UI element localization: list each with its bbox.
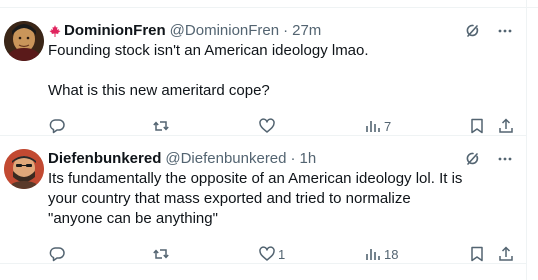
timestamp[interactable]: 27m [292, 21, 321, 41]
display-name[interactable]: Diefenbunkered [48, 149, 161, 169]
avatar[interactable] [4, 21, 44, 61]
like-icon [258, 245, 276, 263]
bookmark-button[interactable] [468, 116, 486, 136]
views-button[interactable]: 18 [364, 244, 398, 264]
views-button[interactable]: 7 [364, 116, 391, 136]
post-text: Founding stock isn't an American ideolog… [48, 42, 369, 99]
canada-maple-leaf-icon [48, 24, 62, 38]
share-button[interactable] [497, 116, 515, 136]
view-count: 18 [384, 246, 399, 262]
timeline: DominionFren @DominionFren · 27m Foundin… [0, 0, 538, 280]
like-count: 1 [278, 246, 286, 262]
like-icon [258, 117, 276, 135]
repost-icon [152, 117, 170, 135]
more-icon[interactable] [496, 150, 514, 168]
repost-button[interactable] [152, 244, 172, 264]
view-count: 7 [384, 118, 392, 134]
divider [0, 0, 538, 8]
post-actions: 7 [48, 116, 514, 136]
post-header: Diefenbunkered @Diefenbunkered · 1h [48, 149, 526, 169]
reply-button[interactable] [48, 244, 68, 264]
timestamp[interactable]: 1h [300, 149, 317, 169]
grok-icon[interactable] [464, 22, 482, 40]
bookmark-button[interactable] [468, 244, 486, 264]
bookmark-icon [468, 245, 486, 263]
repost-icon [152, 245, 170, 263]
reply-icon [48, 117, 66, 135]
like-button[interactable]: 1 [258, 244, 285, 264]
separator-dot: · [290, 150, 296, 167]
bookmark-icon [468, 117, 486, 135]
views-icon [364, 117, 382, 135]
repost-button[interactable] [152, 116, 172, 136]
share-button[interactable] [497, 244, 515, 264]
post[interactable]: DominionFren @DominionFren · 27m Foundin… [0, 9, 526, 136]
reply-icon [48, 245, 66, 263]
like-button[interactable] [258, 116, 278, 136]
post[interactable]: Diefenbunkered @Diefenbunkered · 1h Its … [0, 137, 526, 264]
user-handle[interactable]: @Diefenbunkered [165, 149, 286, 169]
post-header: DominionFren @DominionFren · 27m [48, 21, 526, 41]
views-icon [364, 245, 382, 263]
share-icon [497, 117, 515, 135]
separator-dot: · [283, 22, 289, 39]
avatar[interactable] [4, 149, 44, 189]
column-border [526, 0, 538, 280]
post-text: Its fundamentally the opposite of an Ame… [48, 170, 463, 227]
display-name[interactable]: DominionFren [64, 21, 166, 41]
share-icon [497, 245, 515, 263]
reply-button[interactable] [48, 116, 68, 136]
post-actions: 1 18 [48, 244, 514, 264]
grok-icon[interactable] [464, 150, 482, 168]
more-icon[interactable] [496, 22, 514, 40]
user-handle[interactable]: @DominionFren [170, 21, 279, 41]
